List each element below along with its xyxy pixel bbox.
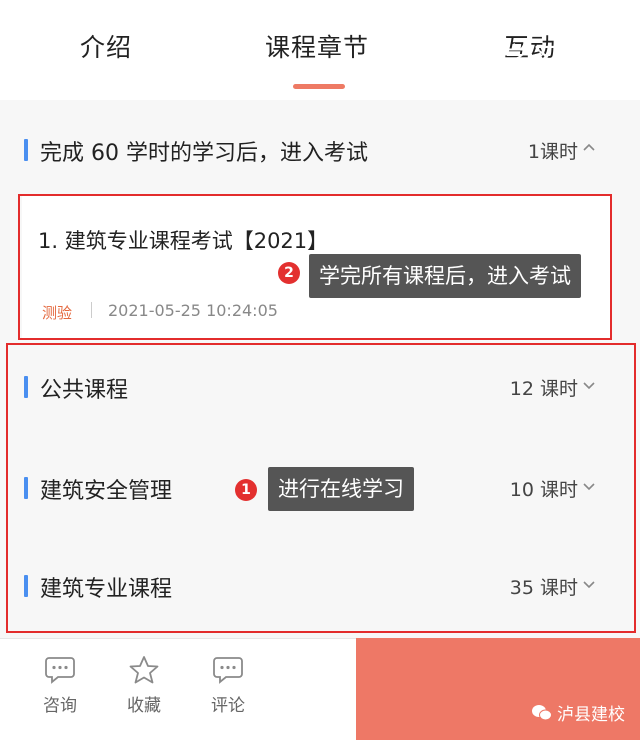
annotation-badge: 2 xyxy=(278,262,300,284)
comment-icon xyxy=(213,657,243,684)
section-exam[interactable]: 完成 60 学时的学习后，进入考试 1课时 xyxy=(0,131,640,171)
star-icon xyxy=(129,656,159,684)
chat-icon xyxy=(45,657,75,684)
watermark-text: 泸县建校 xyxy=(557,705,625,725)
annotation-badge: 1 xyxy=(235,479,257,501)
section-marker xyxy=(24,139,28,161)
tab-intro[interactable]: 介绍 xyxy=(80,28,132,64)
tab-chapters[interactable]: 课程章节 xyxy=(265,28,369,64)
favorite-label: 收藏 xyxy=(127,696,161,716)
annotation-tooltip: 学完所有课程后，进入考试 xyxy=(309,254,581,298)
study-now-label: 立即学习 xyxy=(436,42,564,77)
annotation-tooltip: 进行在线学习 xyxy=(268,467,414,511)
consult-label: 咨询 xyxy=(43,696,77,716)
consult-button[interactable]: 咨询 xyxy=(30,655,90,716)
comment-label: 评论 xyxy=(211,696,245,716)
active-tab-indicator xyxy=(293,84,345,89)
favorite-button[interactable]: 收藏 xyxy=(114,655,174,716)
comment-button[interactable]: 评论 xyxy=(198,655,258,716)
wechat-icon xyxy=(532,705,552,721)
section-count: 1课时 xyxy=(527,141,578,163)
chevron-up-icon[interactable] xyxy=(580,139,598,157)
section-title: 完成 60 学时的学习后，进入考试 xyxy=(40,141,368,166)
